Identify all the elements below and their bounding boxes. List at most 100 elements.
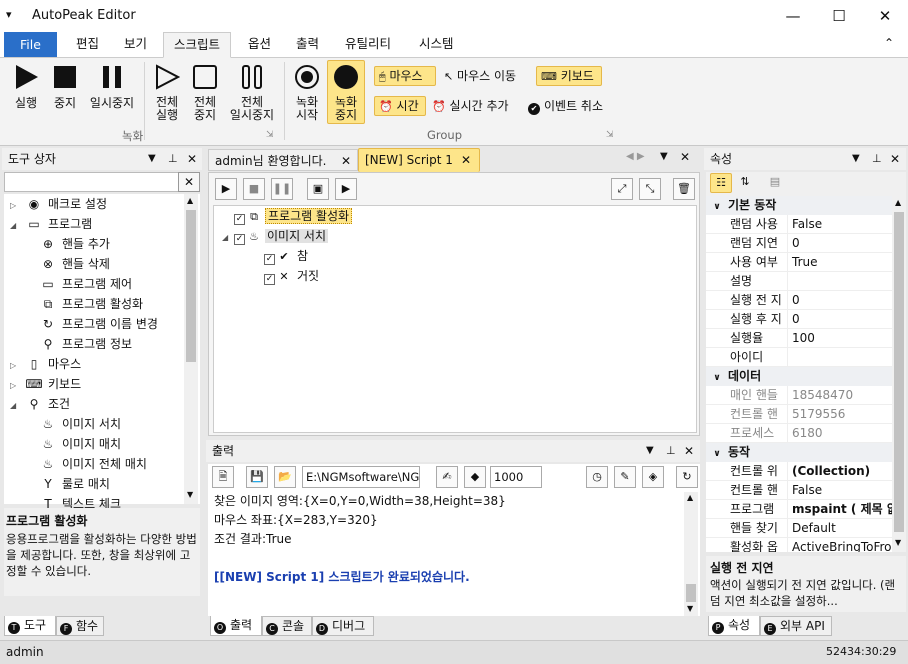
run-script-button[interactable]: ▶ xyxy=(215,178,237,200)
toolbox-item[interactable]: ♨ 이미지 서치 xyxy=(4,414,200,434)
close-panel-icon[interactable]: ✕ xyxy=(890,148,900,170)
scroll-up-icon[interactable]: ▲ xyxy=(687,493,693,502)
property-row[interactable]: 랜덤 사용 False xyxy=(706,215,892,234)
dropdown-icon[interactable]: ▼ xyxy=(646,440,654,462)
sort-alpha-button[interactable]: ⇅ xyxy=(734,173,756,193)
pause-button[interactable]: 일시중지 xyxy=(86,64,138,110)
toolbox-item[interactable]: ⊕ 핸들 추가 xyxy=(4,234,200,254)
tab-debug[interactable]: D 디버그 xyxy=(312,616,374,636)
property-pages-button[interactable]: ▤ xyxy=(764,173,786,193)
tab-scroll-left-icon[interactable]: ◀ ▶ xyxy=(626,151,645,162)
tab-console[interactable]: C 콘솔 xyxy=(262,616,312,636)
expand-arrow-icon[interactable]: ▷ xyxy=(10,356,24,376)
delete-button[interactable]: 🗑 xyxy=(673,178,695,200)
node-checkbox[interactable]: ✓ xyxy=(264,254,275,265)
toolbox-item[interactable]: ⚲ 프로그램 정보 xyxy=(4,334,200,354)
property-row[interactable]: 실행율 100 xyxy=(706,329,892,348)
open-folder-button[interactable]: 📂 xyxy=(274,466,296,488)
property-row[interactable]: 실행 전 지0 xyxy=(706,291,892,310)
mouse-toggle[interactable]: 🖱 마우스 xyxy=(374,66,436,86)
property-row[interactable]: 사용 여부 True xyxy=(706,253,892,272)
toolbox-search-input[interactable] xyxy=(4,172,200,192)
expand-arrow-icon[interactable]: ▷ xyxy=(10,376,24,396)
group-launcher-icon[interactable]: ⇲ xyxy=(266,130,274,140)
collapse-all-button[interactable]: ⤡ xyxy=(639,178,661,200)
group-launcher-icon[interactable]: ⇲ xyxy=(606,130,614,140)
property-value[interactable]: 100 xyxy=(788,329,892,347)
toolbox-item[interactable]: Y 룰로 매치 xyxy=(4,474,200,494)
close-editor-icon[interactable]: ✕ xyxy=(680,150,690,164)
property-value[interactable]: 18548470 xyxy=(788,386,892,404)
toolbox-item[interactable]: ↻ 프로그램 이름 변경 xyxy=(4,314,200,334)
property-value[interactable]: (Collection) xyxy=(788,462,892,480)
close-button[interactable]: ✕ xyxy=(862,0,908,32)
property-row[interactable]: 랜덤 지연 0 xyxy=(706,234,892,253)
toolbox-item[interactable]: ◢ ▭ 프로그램 xyxy=(4,214,200,234)
event-cancel-toggle[interactable]: ✔ 이벤트 취소 xyxy=(528,98,603,115)
script-node[interactable]: ◢ ✓ ♨ 이미지 서치 xyxy=(214,226,696,246)
dropdown-icon[interactable]: ▼ xyxy=(148,148,156,170)
property-value[interactable]: True xyxy=(788,253,892,271)
minimize-button[interactable]: — xyxy=(770,0,816,32)
scroll-thumb[interactable] xyxy=(894,212,904,532)
node-checkbox[interactable]: ✓ xyxy=(264,274,275,285)
property-row[interactable]: 활성화 옵 ActiveBringToFror xyxy=(706,538,892,552)
property-value[interactable]: False xyxy=(788,215,892,233)
toolbox-scrollbar[interactable]: ▲ ▼ xyxy=(184,194,198,504)
property-value[interactable]: mspaint ( 제목 없 xyxy=(788,500,892,518)
record-start-button[interactable]: 녹화 시작 xyxy=(288,64,326,122)
tab-utility[interactable]: 유틸리티 xyxy=(335,32,401,58)
pause-script-button[interactable]: ❚❚ xyxy=(271,178,293,200)
clock-button[interactable]: ◷ xyxy=(586,466,608,488)
fill-button[interactable]: ◈ xyxy=(642,466,664,488)
property-value[interactable] xyxy=(788,272,892,290)
property-value[interactable]: 5179556 xyxy=(788,405,892,423)
tab-system[interactable]: 시스템 xyxy=(409,32,464,58)
pin-icon[interactable]: ⊥ xyxy=(168,148,178,170)
property-scrollbar[interactable]: ▲ ▼ xyxy=(892,196,906,552)
clear-search-button[interactable]: ✕ xyxy=(178,172,200,192)
close-panel-icon[interactable]: ✕ xyxy=(684,440,694,462)
pin-icon[interactable]: ⊥ xyxy=(666,440,676,462)
property-value[interactable] xyxy=(788,348,892,366)
dropdown-icon[interactable]: ▼ xyxy=(852,148,860,170)
time-toggle[interactable]: ⏰ 시간 xyxy=(374,96,426,116)
property-row[interactable]: 설명 xyxy=(706,272,892,291)
script-node[interactable]: ✓ ✕ 거짓 xyxy=(214,266,696,286)
toolbox-item[interactable]: ▭ 프로그램 제어 xyxy=(4,274,200,294)
path-input[interactable]: E:\NGMsoftware\NG xyxy=(302,466,420,488)
property-category[interactable]: ∨ 데이터 xyxy=(706,367,906,386)
property-value[interactable]: 0 xyxy=(788,234,892,252)
categorized-view-button[interactable]: ☷ xyxy=(710,173,732,193)
script-node[interactable]: ✓ ⧉ 프로그램 활성화 xyxy=(214,206,696,226)
toolbox-item[interactable]: ♨ 이미지 전체 매치 xyxy=(4,454,200,474)
node-checkbox[interactable]: ✓ xyxy=(234,234,245,245)
property-row[interactable]: 아이디 xyxy=(706,348,892,367)
toolbox-item[interactable]: ▷ ▯ 마우스 xyxy=(4,354,200,374)
property-row[interactable]: 프로그램 mspaint ( 제목 없 xyxy=(706,500,892,519)
maximize-button[interactable]: ☐ xyxy=(816,0,862,32)
property-row[interactable]: 컨트롤 핸 5179556 xyxy=(706,405,892,424)
property-value[interactable]: False xyxy=(788,481,892,499)
pause-all-button[interactable]: 전체 일시중지 xyxy=(226,64,278,122)
scroll-down-icon[interactable]: ▼ xyxy=(895,538,901,547)
save-log-button[interactable]: 💾 xyxy=(246,466,268,488)
property-value[interactable]: ActiveBringToFror xyxy=(788,538,892,552)
record-stop-button[interactable]: 녹화 중지 xyxy=(327,60,365,124)
toolbox-item[interactable]: ⧉ 프로그램 활성화 xyxy=(4,294,200,314)
property-value[interactable]: 6180 xyxy=(788,424,892,442)
tab-file[interactable]: File xyxy=(4,32,57,57)
eraser-button[interactable]: ◆ xyxy=(464,466,486,488)
brush-button[interactable]: ✍ xyxy=(436,466,458,488)
step-button[interactable]: ▣ xyxy=(307,178,329,200)
tab-output-log[interactable]: O 출력 xyxy=(210,616,262,636)
tab-edit[interactable]: 편집 xyxy=(66,32,109,58)
toolbox-item[interactable]: ▷ ◉ 매크로 설정 xyxy=(4,194,200,214)
expand-all-button[interactable]: ⤢ xyxy=(611,178,633,200)
node-checkbox[interactable]: ✓ xyxy=(234,214,245,225)
tab-external-api[interactable]: E 외부 API xyxy=(760,616,832,636)
pin-icon[interactable]: ⊥ xyxy=(872,148,882,170)
pen-button[interactable]: ✎ xyxy=(614,466,636,488)
property-value[interactable]: 0 xyxy=(788,310,892,328)
tab-script[interactable]: 스크립트 xyxy=(163,32,232,58)
